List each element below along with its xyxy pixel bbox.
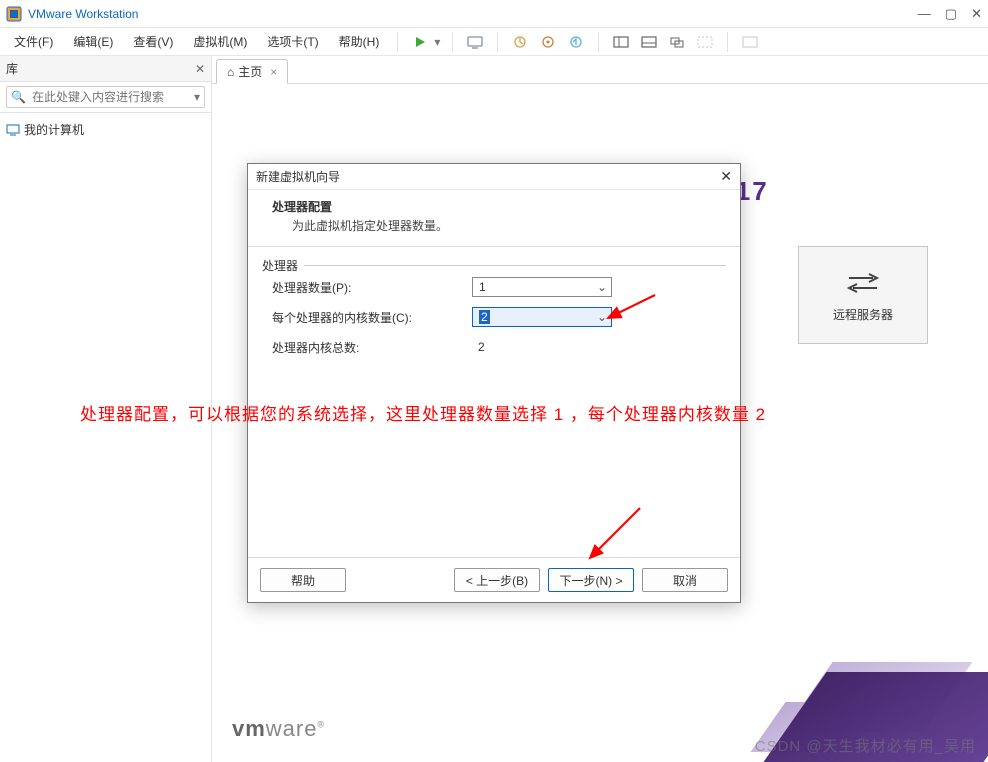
tree-item-my-computer[interactable]: 我的计算机 xyxy=(6,119,205,140)
sidebar-close-icon[interactable]: ✕ xyxy=(195,62,205,76)
select-processor-count[interactable]: 1 ⌄ xyxy=(472,277,612,297)
unity-icon[interactable] xyxy=(637,31,661,53)
fullscreen-icon[interactable] xyxy=(665,31,689,53)
btn-label: 取消 xyxy=(673,572,697,589)
cycle-icon[interactable] xyxy=(693,31,717,53)
window-minimize-button[interactable]: — xyxy=(918,6,931,22)
remote-server-icon xyxy=(843,268,883,298)
help-button[interactable]: 帮助 xyxy=(260,568,346,592)
computer-icon xyxy=(6,124,20,136)
toolbar-divider xyxy=(452,32,453,52)
menu-tabs[interactable]: 选项卡(T) xyxy=(259,31,326,52)
btn-label: 帮助 xyxy=(291,572,315,589)
search-icon: 🔍 xyxy=(11,90,26,104)
dialog-subheading: 为此虚拟机指定处理器数量。 xyxy=(264,217,724,234)
chevron-down-icon: ⌄ xyxy=(597,310,607,324)
toolbar-divider xyxy=(397,32,398,52)
sidebar-search[interactable]: 🔍 ▾ xyxy=(6,86,205,108)
select-cores-per-processor[interactable]: 2 ⌄ xyxy=(472,307,612,327)
dialog-title: 新建虚拟机向导 xyxy=(256,168,340,185)
tile-remote-server[interactable]: 远程服务器 xyxy=(798,246,928,344)
cancel-button[interactable]: 取消 xyxy=(642,568,728,592)
dialog-footer: 帮助 < 上一步(B) 下一步(N) > 取消 xyxy=(248,557,740,602)
btn-label: < 上一步(B) xyxy=(466,572,528,589)
select-value: 1 xyxy=(479,280,486,294)
menu-edit[interactable]: 编辑(E) xyxy=(65,31,121,52)
tree-item-label: 我的计算机 xyxy=(24,121,84,138)
snapshot-manage-icon[interactable] xyxy=(536,31,560,53)
sidebar-search-input[interactable] xyxy=(30,89,190,105)
btn-label: 下一步(N) > xyxy=(559,572,622,589)
vmware-mark-light: ware xyxy=(266,716,318,741)
tab-bar: ⌂ 主页 × xyxy=(212,56,988,84)
toolbar-divider xyxy=(497,32,498,52)
menu-help[interactable]: 帮助(H) xyxy=(331,31,388,52)
annotation-text: 处理器配置，可以根据您的系统选择，这里处理器数量选择 1 ，每个处理器内核数量 … xyxy=(80,400,766,425)
label-total-cores: 处理器内核总数: xyxy=(272,339,472,356)
play-dropdown-icon[interactable]: ▾ xyxy=(432,31,442,53)
search-dropdown-icon[interactable]: ▾ xyxy=(194,90,200,104)
group-title: 处理器 xyxy=(262,257,304,274)
menu-view[interactable]: 查看(V) xyxy=(125,31,181,52)
processor-group: 处理器 处理器数量(P): 1 ⌄ 每个处理器的内核数量(C): 2 ⌄ xyxy=(262,265,726,358)
new-vm-wizard-dialog: 新建虚拟机向导 ✕ 处理器配置 为此虚拟机指定处理器数量。 处理器 处理器数量(… xyxy=(247,163,741,603)
csdn-watermark: CSDN @天生我材必有用_吴用 xyxy=(755,735,976,756)
screen-icon[interactable] xyxy=(463,31,487,53)
thumbnail-icon[interactable] xyxy=(738,31,762,53)
library-tree: 我的计算机 xyxy=(0,113,211,146)
tab-label: 主页 xyxy=(238,63,262,80)
dialog-close-icon[interactable]: ✕ xyxy=(720,168,732,185)
vmware-mark-bold: vm xyxy=(232,716,266,741)
dialog-header: 处理器配置 为此虚拟机指定处理器数量。 xyxy=(248,190,740,247)
snapshot-revert-icon[interactable] xyxy=(564,31,588,53)
tab-close-icon[interactable]: × xyxy=(270,65,277,79)
label-cores-per-processor: 每个处理器的内核数量(C): xyxy=(272,309,472,326)
menu-vm[interactable]: 虚拟机(M) xyxy=(185,31,255,52)
select-value: 2 xyxy=(479,310,490,324)
next-button[interactable]: 下一步(N) > xyxy=(548,568,634,592)
menu-file[interactable]: 文件(F) xyxy=(6,31,61,52)
menubar: 文件(F) 编辑(E) 查看(V) 虚拟机(M) 选项卡(T) 帮助(H) ▾ xyxy=(0,28,988,56)
snapshot-icon[interactable] xyxy=(508,31,532,53)
toolbar-divider xyxy=(727,32,728,52)
stretch-icon[interactable] xyxy=(609,31,633,53)
window-close-button[interactable]: ✕ xyxy=(971,6,982,22)
chevron-down-icon: ⌄ xyxy=(597,280,607,294)
toolbar-divider xyxy=(598,32,599,52)
home-icon: ⌂ xyxy=(227,65,234,79)
window-titlebar: VMware Workstation — ▢ ✕ xyxy=(0,0,988,28)
tab-home[interactable]: ⌂ 主页 × xyxy=(216,59,288,84)
sidebar-title: 库 xyxy=(6,60,18,77)
label-processor-count: 处理器数量(P): xyxy=(272,279,472,296)
vmware-wordmark: vmware® xyxy=(232,716,325,742)
play-icon[interactable] xyxy=(408,31,432,53)
window-title: VMware Workstation xyxy=(28,7,918,21)
value-total-cores: 2 xyxy=(472,340,612,354)
app-icon xyxy=(6,6,22,22)
window-maximize-button[interactable]: ▢ xyxy=(945,6,957,22)
tile-label: 远程服务器 xyxy=(833,306,893,323)
back-button[interactable]: < 上一步(B) xyxy=(454,568,540,592)
dialog-heading: 处理器配置 xyxy=(264,198,724,215)
